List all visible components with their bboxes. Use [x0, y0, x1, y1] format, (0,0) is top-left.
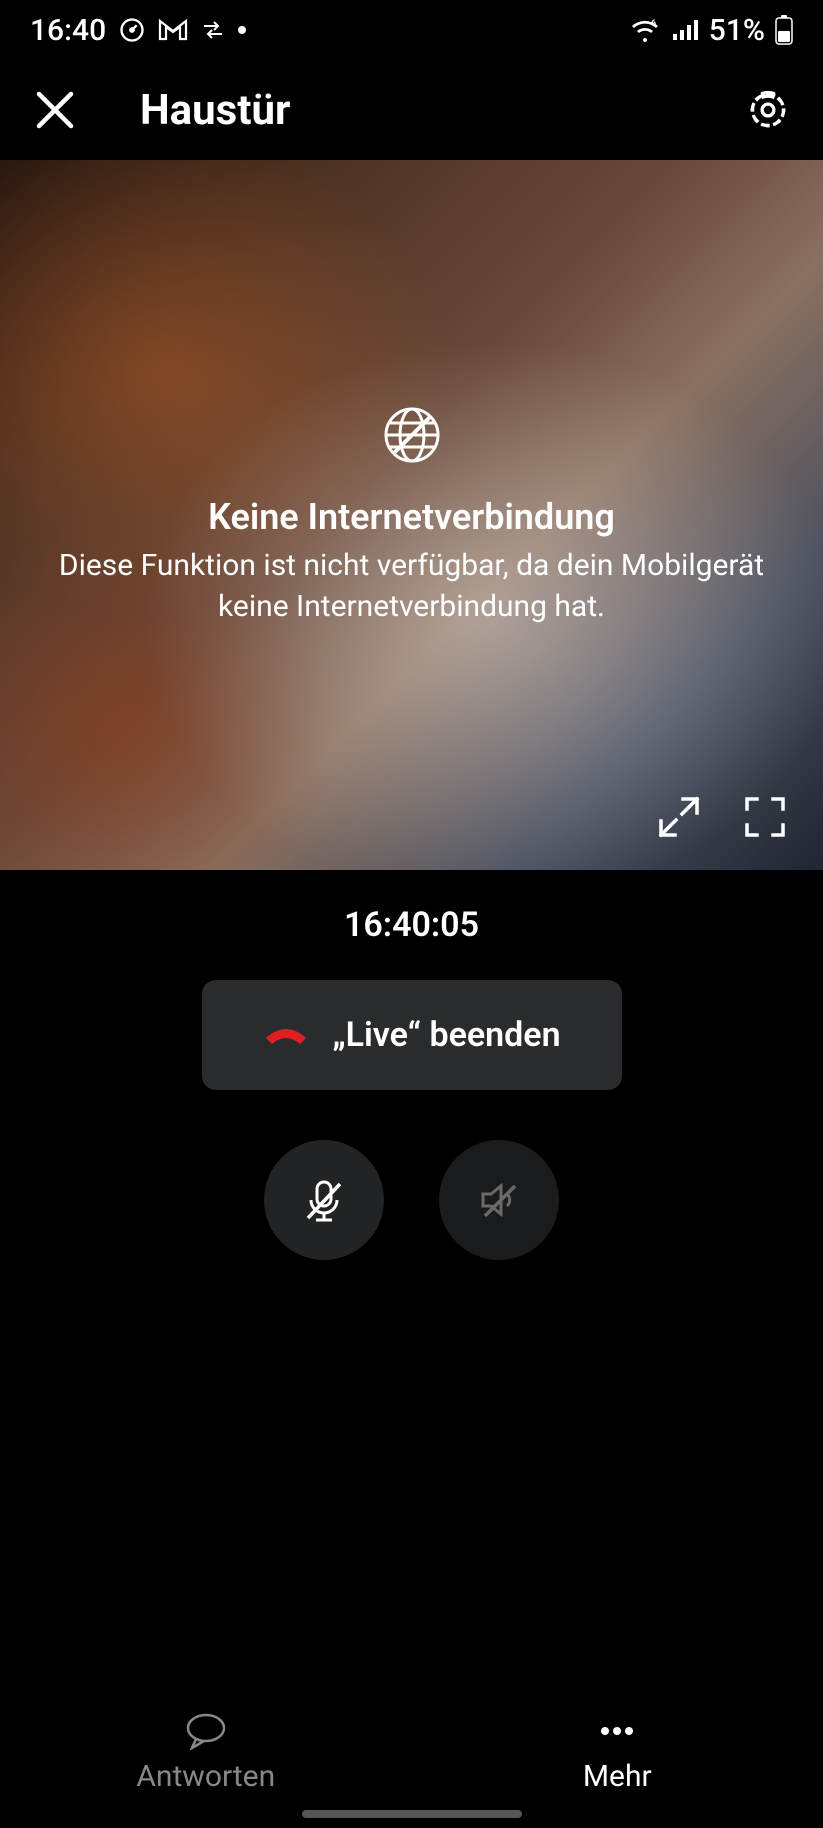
end-live-label: „Live“ beenden — [332, 1015, 560, 1055]
dot-icon — [238, 26, 246, 34]
svg-text:6: 6 — [651, 19, 656, 29]
speedometer-icon — [118, 16, 146, 44]
home-indicator[interactable] — [302, 1810, 522, 1818]
video-preview: Keine Internetverbindung Diese Funktion … — [0, 160, 823, 870]
status-left: 16:40 — [30, 13, 246, 48]
close-button[interactable] — [30, 85, 80, 135]
mute-speaker-button[interactable] — [439, 1140, 559, 1260]
close-icon — [33, 88, 77, 132]
status-right: 6 51% — [629, 13, 793, 48]
error-message: Diese Funktion ist nicht verfügbar, da d… — [42, 546, 782, 627]
status-time: 16:40 — [30, 13, 106, 48]
page-title: Haustür — [140, 86, 743, 135]
live-timestamp: 16:40:05 — [344, 905, 479, 945]
live-controls: 16:40:05 „Live“ beenden — [0, 870, 823, 1260]
nav-label: Mehr — [583, 1759, 652, 1794]
hangup-icon — [262, 1015, 310, 1055]
expand-icon — [655, 793, 703, 841]
status-bar: 16:40 6 51% — [0, 0, 823, 60]
signal-icon — [671, 18, 699, 42]
bottom-nav: Antworten Mehr — [0, 1678, 823, 1828]
fullscreen-button[interactable] — [737, 789, 793, 845]
battery-text: 51% — [709, 13, 765, 48]
no-internet-icon — [380, 403, 444, 471]
video-controls — [651, 789, 793, 845]
gear-icon — [746, 88, 790, 132]
end-live-button[interactable]: „Live“ beenden — [202, 980, 622, 1090]
error-title: Keine Internetverbindung — [208, 496, 615, 538]
mic-off-icon — [298, 1174, 350, 1226]
app-header: Haustür — [0, 60, 823, 160]
speaker-off-icon — [473, 1174, 525, 1226]
settings-button[interactable] — [743, 85, 793, 135]
media-buttons — [264, 1140, 559, 1260]
speech-bubble-icon — [184, 1713, 228, 1749]
expand-button[interactable] — [651, 789, 707, 845]
wifi-icon: 6 — [629, 18, 661, 42]
battery-icon — [775, 15, 793, 45]
fullscreen-icon — [741, 793, 789, 841]
nav-mehr[interactable]: Mehr — [412, 1678, 823, 1828]
mute-mic-button[interactable] — [264, 1140, 384, 1260]
swap-icon — [200, 20, 226, 40]
more-icon — [595, 1713, 639, 1749]
nav-antworten[interactable]: Antworten — [0, 1678, 412, 1828]
nav-label: Antworten — [136, 1759, 275, 1794]
gmail-icon — [158, 18, 188, 42]
